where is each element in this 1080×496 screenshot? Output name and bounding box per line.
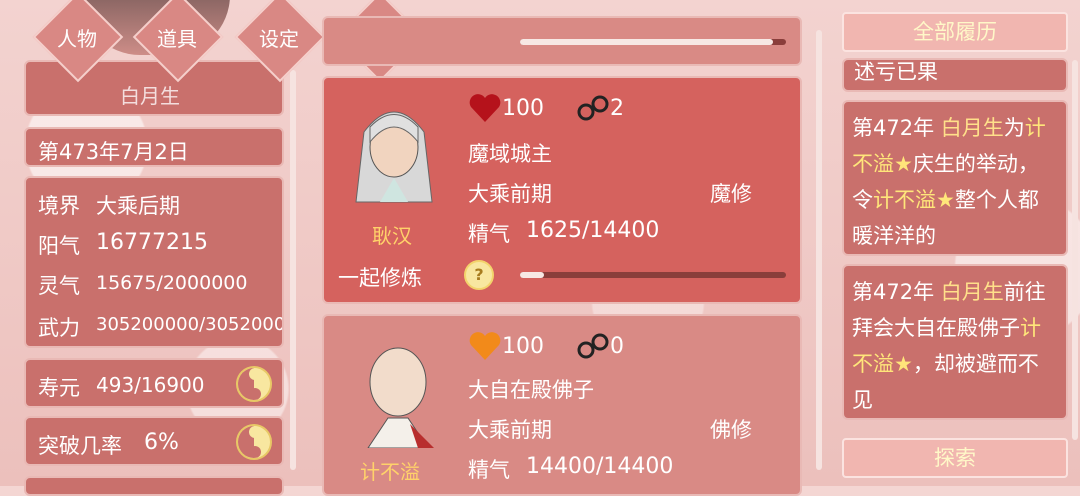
history-entry: 第472年 白月生为计不溢★庆生的举动，令计不溢★整个人都暖洋洋的 bbox=[842, 100, 1068, 256]
right-scrollbar[interactable] bbox=[1072, 60, 1078, 440]
heart-icon bbox=[469, 332, 501, 360]
lifespan-label: 寿元 bbox=[38, 376, 80, 400]
essence-value: 14400/14400 bbox=[526, 454, 674, 479]
stats-panel: 境界 大乘后期 阳气 16777215 灵气 15675/2000000 武力 … bbox=[24, 176, 284, 348]
history-cut-entry: 述亏已果 bbox=[842, 58, 1068, 92]
ling-value: 15675/2000000 bbox=[96, 272, 248, 294]
yang-value: 16777215 bbox=[96, 230, 208, 255]
partner-card[interactable]: 耿汉 100 2 魔域城主 大乘前期 魔修 精气 1625/14400 一起修炼… bbox=[322, 76, 802, 304]
date-panel: 第473年7月2日 bbox=[24, 127, 284, 167]
bond-value: 0 bbox=[610, 334, 624, 359]
essence-value: 1625/14400 bbox=[526, 218, 660, 243]
partner-name: 计不溢 bbox=[360, 460, 420, 484]
train-progress-bar bbox=[520, 272, 786, 278]
bond-value: 2 bbox=[610, 96, 624, 121]
partner-faction: 佛修 bbox=[710, 418, 752, 442]
wuli-label: 武力 bbox=[38, 316, 80, 340]
extra-panel bbox=[24, 476, 284, 496]
history-entry: 第472年 白月生前往拜会大自在殿佛子计不溢★，却被避而不见 bbox=[842, 264, 1068, 420]
lifespan-value: 493/16900 bbox=[96, 373, 205, 397]
realm-value: 大乘后期 bbox=[96, 194, 180, 218]
partner-realm: 大乘前期 bbox=[468, 418, 552, 442]
realm-label: 境界 bbox=[38, 194, 80, 218]
favor-value: 100 bbox=[502, 96, 544, 121]
essence-label: 精气 bbox=[468, 458, 510, 482]
breakthrough-panel: 突破几率 6% bbox=[24, 416, 284, 466]
yinyang-icon[interactable] bbox=[236, 366, 272, 402]
partner-realm: 大乘前期 bbox=[468, 182, 552, 206]
train-together-label: 一起修炼 bbox=[338, 266, 422, 290]
lifespan-panel: 寿元 493/16900 bbox=[24, 358, 284, 408]
heart-icon bbox=[469, 94, 501, 122]
player-name-panel: 白月生 bbox=[24, 60, 284, 116]
partner-title: 大自在殿佛子 bbox=[468, 378, 594, 402]
header-progress-bar bbox=[520, 39, 786, 45]
left-scrollbar[interactable] bbox=[290, 70, 296, 470]
partner-faction: 魔修 bbox=[710, 182, 752, 206]
handcuffs-icon bbox=[577, 333, 609, 359]
middle-header bbox=[322, 16, 802, 66]
player-name: 白月生 bbox=[120, 84, 180, 108]
yang-label: 阳气 bbox=[38, 234, 80, 258]
partner-name: 耿汉 bbox=[372, 224, 412, 248]
all-history-button[interactable]: 全部履历 bbox=[842, 12, 1068, 52]
middle-scrollbar[interactable] bbox=[816, 30, 822, 470]
favor-value: 100 bbox=[502, 334, 544, 359]
partner-card[interactable]: 计不溢 100 0 大自在殿佛子 大乘前期 佛修 精气 14400/14400 bbox=[322, 314, 802, 496]
breakthrough-label: 突破几率 bbox=[38, 434, 122, 458]
partner-portrait bbox=[348, 330, 448, 449]
handcuffs-icon bbox=[577, 95, 609, 121]
wuli-value: 305200000/30520000 bbox=[96, 314, 284, 335]
explore-button[interactable]: 探索 bbox=[842, 438, 1068, 478]
breakthrough-value: 6% bbox=[144, 430, 179, 455]
yinyang-icon[interactable] bbox=[236, 424, 272, 460]
current-date: 第473年7月2日 bbox=[38, 140, 189, 164]
partner-portrait bbox=[344, 92, 444, 210]
essence-label: 精气 bbox=[468, 222, 510, 246]
ling-label: 灵气 bbox=[38, 274, 80, 298]
help-icon[interactable]: ? bbox=[464, 260, 494, 290]
partner-title: 魔域城主 bbox=[468, 142, 552, 166]
